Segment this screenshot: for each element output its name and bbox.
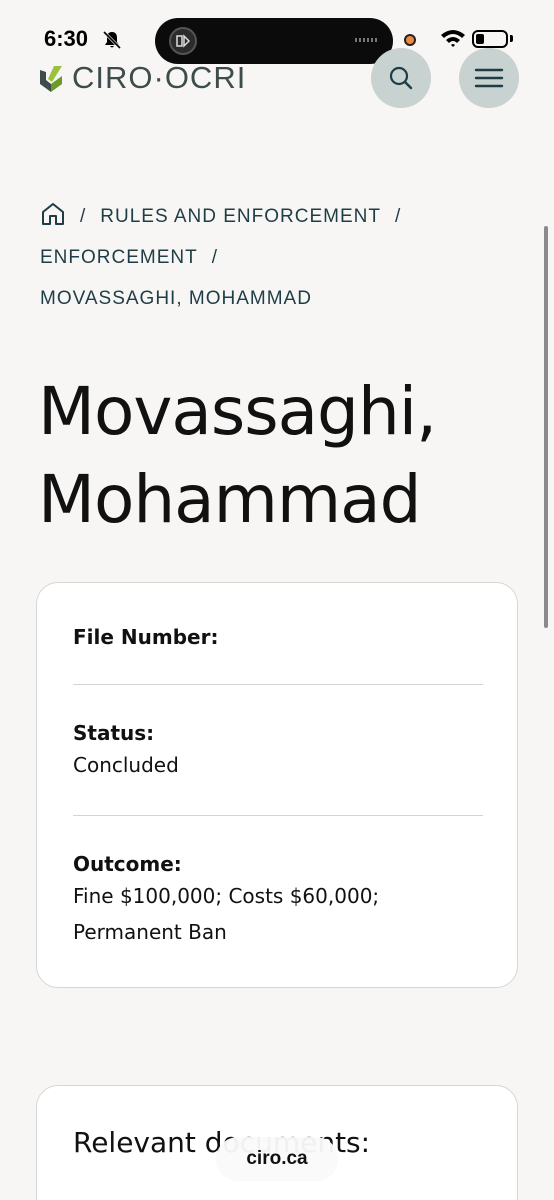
clock-time: 6:30 xyxy=(44,26,89,51)
wifi-icon xyxy=(440,28,466,52)
battery-icon xyxy=(472,30,508,48)
status-label: Status: xyxy=(73,721,155,745)
bell-muted-icon xyxy=(102,30,122,54)
privacy-indicator-icon xyxy=(404,34,416,46)
breadcrumb: / RULES AND ENFORCEMENT / ENFORCEMENT / … xyxy=(40,196,510,319)
browser-url-bar[interactable]: ciro.ca xyxy=(216,1137,338,1181)
dynamic-island xyxy=(155,18,393,64)
breadcrumb-separator: / xyxy=(211,246,219,268)
logo-text: CIRO·OCRI xyxy=(72,60,247,95)
status-field: Status: Concluded xyxy=(73,721,483,783)
outcome-value: Fine $100,000; Costs $60,000; Permanent … xyxy=(73,878,483,950)
file-number-field: File Number: xyxy=(73,625,483,651)
hamburger-menu-icon xyxy=(474,68,504,88)
case-details-card: File Number: Status: Concluded Outcome: … xyxy=(36,582,518,988)
search-icon xyxy=(389,66,413,90)
page: 6:30 CIRO·OCRI / RULES AND ENFORCEMENT /… xyxy=(0,0,554,1200)
scrollbar[interactable] xyxy=(544,226,548,628)
page-title-line1: Movassaghi, xyxy=(38,373,437,450)
file-number-label: File Number: xyxy=(73,625,219,649)
outcome-value-line2: Permanent Ban xyxy=(73,920,227,944)
outcome-value-line1: Fine $100,000; Costs $60,000; xyxy=(73,884,380,908)
search-button[interactable] xyxy=(371,48,431,108)
status-bar: 6:30 xyxy=(0,0,554,64)
island-dots-icon xyxy=(355,38,379,42)
ciro-logo-icon xyxy=(40,66,62,92)
menu-button[interactable] xyxy=(459,48,519,108)
page-title-line2: Mohammad xyxy=(38,461,422,538)
status-value: Concluded xyxy=(73,753,179,777)
breadcrumb-separator: / xyxy=(80,205,87,227)
breadcrumb-enforcement[interactable]: ENFORCEMENT xyxy=(40,247,198,269)
breadcrumb-rules-enforcement[interactable]: RULES AND ENFORCEMENT xyxy=(100,206,381,228)
outcome-label: Outcome: xyxy=(73,852,182,876)
app-activity-icon xyxy=(169,27,197,55)
breadcrumb-separator: / xyxy=(394,205,402,227)
home-icon[interactable] xyxy=(40,201,66,233)
page-title: Movassaghi, Mohammad xyxy=(38,368,538,544)
outcome-field: Outcome: Fine $100,000; Costs $60,000; P… xyxy=(73,852,483,950)
divider xyxy=(73,684,483,685)
divider xyxy=(73,815,483,816)
breadcrumb-current-page[interactable]: MOVASSAGHI, MOHAMMAD xyxy=(40,288,312,310)
ciro-logo[interactable]: CIRO·OCRI xyxy=(38,60,246,96)
